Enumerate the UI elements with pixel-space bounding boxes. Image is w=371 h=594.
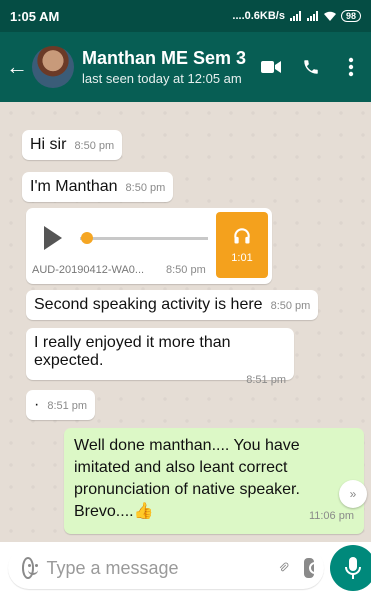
message-input[interactable] xyxy=(46,557,279,579)
message-bubble[interactable]: · 8:51 pm xyxy=(26,390,96,420)
input-bar xyxy=(0,542,371,594)
camera-icon[interactable] xyxy=(303,558,322,578)
audio-progress-track[interactable] xyxy=(80,237,208,240)
contact-name: Manthan ME Sem 3 xyxy=(82,48,247,68)
message-bubble[interactable]: I really enjoyed it more than expected. … xyxy=(26,328,294,386)
back-arrow-icon[interactable]: ← xyxy=(6,56,28,78)
message-bubble[interactable]: Hi sir 8:50 pm xyxy=(22,130,123,160)
more-options-icon[interactable] xyxy=(337,53,365,81)
message-text: Hi sir xyxy=(30,136,67,153)
message-time: 8:50 pm xyxy=(270,300,311,312)
double-chevron-down-icon: » xyxy=(349,487,357,501)
message-time: 8:50 pm xyxy=(166,264,206,276)
headphones-icon xyxy=(234,228,250,244)
message-input-container xyxy=(8,547,324,589)
message-bubble[interactable]: Second speaking activity is here 8:50 pm xyxy=(26,290,319,320)
emoji-icon[interactable] xyxy=(22,557,39,579)
chat-header: ← Manthan ME Sem 3 last seen today at 12… xyxy=(0,32,371,102)
last-seen-status: last seen today at 12:05 am xyxy=(82,71,242,86)
contact-avatar[interactable] xyxy=(32,46,74,88)
chat-area[interactable]: Hi sir 8:50 pm I'm Manthan 8:50 pm AUD-201… xyxy=(0,102,371,542)
audio-duration: 1:01 xyxy=(231,252,253,264)
message-time: 8:50 pm xyxy=(74,140,115,152)
video-call-icon[interactable] xyxy=(257,53,285,81)
audio-progress-knob[interactable] xyxy=(81,232,93,244)
status-indicators: ....0.6KB/s 98 xyxy=(232,10,361,22)
message-text: I really enjoyed it more than expected. xyxy=(34,334,231,369)
wifi-icon xyxy=(323,11,336,21)
battery-icon: 98 xyxy=(340,10,361,22)
message-text: I'm Manthan xyxy=(30,178,118,195)
signal-icon xyxy=(289,11,301,21)
contact-info[interactable]: Manthan ME Sem 3 last seen today at 12:0… xyxy=(82,48,257,86)
voice-call-icon[interactable] xyxy=(297,53,325,81)
message-text: · xyxy=(34,396,40,413)
message-bubble[interactable]: I'm Manthan 8:50 pm xyxy=(22,172,174,202)
signal-icon-2 xyxy=(306,11,318,21)
network-speed: ....0.6KB/s xyxy=(232,10,285,22)
status-bar: 1:05 AM ....0.6KB/s 98 xyxy=(0,0,371,32)
message-time: 8:51 pm xyxy=(246,374,286,386)
mic-icon xyxy=(345,557,361,579)
message-time: 8:50 pm xyxy=(125,182,166,194)
message-text: Second speaking activity is here xyxy=(34,296,263,313)
audio-file-badge: 1:01 xyxy=(216,212,268,278)
voice-note-bubble[interactable]: AUD-20190412-WA0... 8:50 pm 1:01 xyxy=(26,208,272,284)
message-time: 8:51 pm xyxy=(47,400,88,412)
voice-note-filename: AUD-20190412-WA0... xyxy=(32,264,145,276)
play-icon[interactable] xyxy=(44,226,62,250)
status-time: 1:05 AM xyxy=(10,8,60,24)
scroll-to-bottom-button[interactable]: » xyxy=(339,480,367,508)
mic-button[interactable] xyxy=(330,545,371,591)
attach-icon[interactable] xyxy=(278,556,289,580)
message-bubble-outgoing[interactable]: Well done manthan.... You have imitated … xyxy=(64,428,364,534)
